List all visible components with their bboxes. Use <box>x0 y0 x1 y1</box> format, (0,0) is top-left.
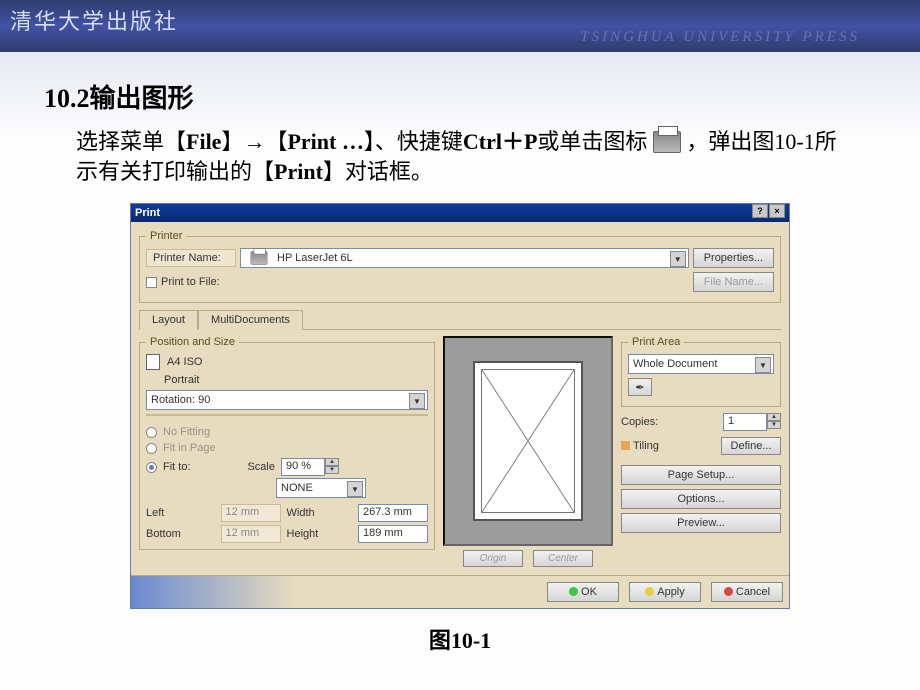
print-area-group: Print Area Whole Document ✒ <box>621 336 781 407</box>
ok-button[interactable]: OK <box>547 582 619 602</box>
left-input: 12 mm <box>221 504 281 522</box>
tab-strip: Layout MultiDocuments <box>139 309 781 330</box>
paper-size: A4 ISO <box>167 356 202 368</box>
radio-fit-to[interactable] <box>146 462 157 473</box>
dialog-titlebar: Print ? × <box>131 204 789 222</box>
properties-button[interactable]: Properties... <box>693 248 774 268</box>
width-label: Width <box>287 507 352 519</box>
document-icon <box>146 354 160 370</box>
radio-fit-in-page[interactable] <box>146 443 157 454</box>
file-name-button[interactable]: File Name... <box>693 272 774 292</box>
printer-group: Printer Printer Name: HP LaserJet 6L Pro… <box>139 230 781 303</box>
cancel-button[interactable]: Cancel <box>711 582 783 602</box>
rotation-dropdown[interactable]: Rotation: 90 <box>146 390 428 410</box>
figure-caption: 图10-1 <box>40 623 880 655</box>
apply-button[interactable]: Apply <box>629 582 701 602</box>
tiling-icon <box>621 441 630 450</box>
bottom-label: Bottom <box>146 528 215 540</box>
orientation-label: Portrait <box>164 374 199 386</box>
position-size-group: Position and Size A4 ISO Portrait Rotati… <box>139 336 435 550</box>
preview-button[interactable]: Preview... <box>621 513 781 533</box>
print-area-dropdown[interactable]: Whole Document <box>628 354 774 374</box>
scale-up[interactable]: ▲ <box>325 458 339 466</box>
scale-down[interactable]: ▼ <box>325 466 339 474</box>
printer-name-label: Printer Name: <box>146 249 236 267</box>
height-label: Height <box>287 528 352 540</box>
close-icon[interactable]: × <box>769 204 785 218</box>
scale-input[interactable]: 90 % <box>281 458 325 476</box>
width-input[interactable]: 267.3 mm <box>358 504 428 522</box>
origin-button[interactable]: Origin <box>463 550 523 567</box>
copies-up[interactable]: ▲ <box>767 413 781 421</box>
center-button[interactable]: Center <box>533 550 593 567</box>
bottom-input: 12 mm <box>221 525 281 543</box>
section-heading: 10.2输出图形 <box>44 78 880 115</box>
radio-no-fitting[interactable] <box>146 427 157 438</box>
tab-layout[interactable]: Layout <box>139 310 198 330</box>
scale-label: Scale <box>229 461 275 473</box>
page-preview <box>443 336 613 546</box>
publisher-logo: 清华大学出版社 <box>10 4 178 36</box>
scale-mode-dropdown[interactable]: NONE <box>276 478 366 498</box>
options-button[interactable]: Options... <box>621 489 781 509</box>
pick-icon[interactable]: ✒ <box>628 378 652 396</box>
publisher-english: TSINGHUA UNIVERSITY PRESS <box>580 29 860 46</box>
copies-input[interactable]: 1 <box>723 413 767 431</box>
help-icon[interactable]: ? <box>752 204 768 218</box>
copies-down[interactable]: ▼ <box>767 421 781 429</box>
height-input[interactable]: 189 mm <box>358 525 428 543</box>
copies-label: Copies: <box>621 416 658 428</box>
page-setup-button[interactable]: Page Setup... <box>621 465 781 485</box>
body-paragraph: 选择菜单【File】→【Print …】、快捷键Ctrl＋P或单击图标 ，弹出图… <box>76 127 850 187</box>
printer-name-dropdown[interactable]: HP LaserJet 6L <box>240 248 689 268</box>
dialog-title: Print <box>135 204 160 222</box>
tiling-label: Tiling <box>633 440 659 452</box>
define-button[interactable]: Define... <box>721 437 781 455</box>
print-dialog: Print ? × Printer Printer Name: HP Laser… <box>130 203 790 609</box>
printer-icon <box>653 131 681 153</box>
tab-multidocuments[interactable]: MultiDocuments <box>198 310 303 330</box>
print-to-file-label: Print to File: <box>161 276 220 288</box>
print-to-file-checkbox[interactable] <box>146 277 157 288</box>
left-label: Left <box>146 507 215 519</box>
